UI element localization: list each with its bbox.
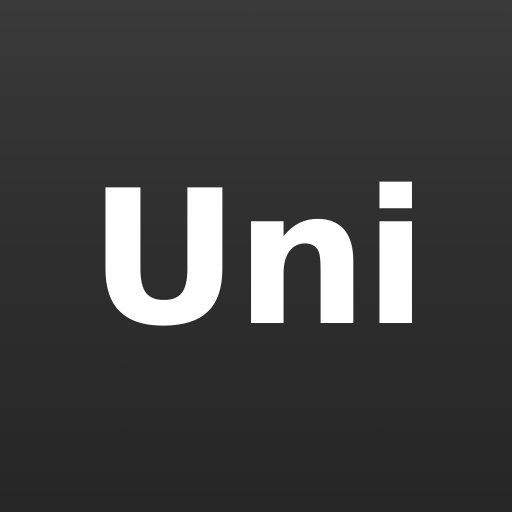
logo-wordmark: Uni [88,150,427,367]
app-icon-tile: Uni [0,0,512,512]
